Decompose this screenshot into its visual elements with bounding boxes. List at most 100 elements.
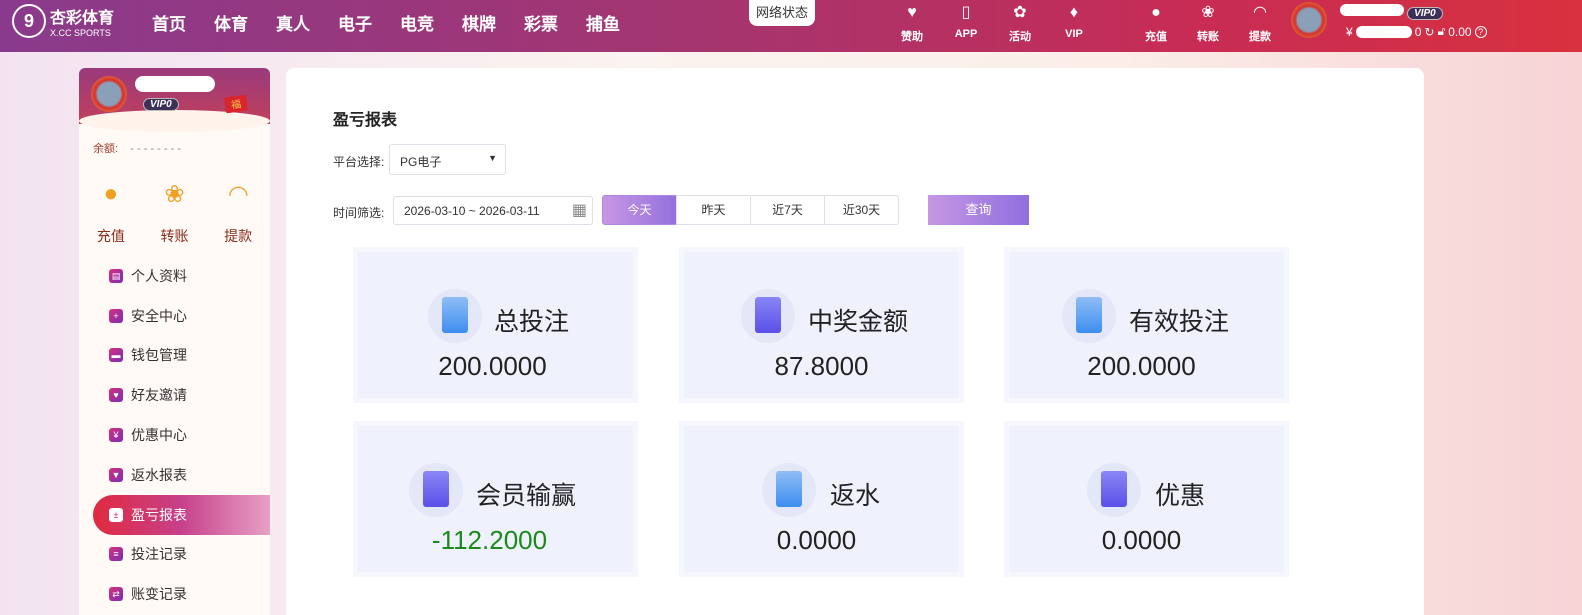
rebate-icon: ▼ <box>109 467 123 482</box>
nav-cards[interactable]: 棋牌 <box>462 10 524 35</box>
sponsor-link[interactable]: ♥ 赞助 <box>892 0 932 44</box>
nav-sports[interactable]: 体育 <box>214 10 276 35</box>
deposit-label: 充值 <box>1145 31 1167 43</box>
sidebar-username-redacted <box>135 76 215 92</box>
user-info: VIP0 <box>1340 4 1443 20</box>
search-button[interactable]: 查询 <box>928 195 1029 225</box>
quick-actions: ● 充值 ❀ 转账 ◠ 提款 <box>79 180 270 246</box>
menu-label: 账变记录 <box>131 586 187 603</box>
deposit-button[interactable]: ● 充值 <box>1136 0 1176 44</box>
app-link[interactable]: ▯ APP <box>946 0 986 40</box>
hand-coin-icon <box>1087 463 1141 517</box>
caret-down-icon: ▼ <box>488 153 497 163</box>
menu-label: 钱包管理 <box>131 347 187 364</box>
bet-slip-icon <box>428 289 482 343</box>
red-envelope-icon[interactable]: 福 <box>223 94 249 114</box>
stat-card-total-bet: 总投注 200.0000 <box>353 247 638 403</box>
sidebar-item-profile[interactable]: ▤ 个人资料 <box>79 256 270 296</box>
range-7days[interactable]: 近7天 <box>750 195 825 225</box>
lock-icon: 🔓︎ <box>1437 24 1446 38</box>
stat-name: 优惠 <box>1155 482 1206 510</box>
user-avatar[interactable] <box>1291 2 1327 38</box>
platform-select[interactable]: PG电子 ▼ <box>389 144 506 175</box>
currency-symbol: ¥ <box>1346 24 1353 39</box>
id-card-icon: ▤ <box>109 268 123 283</box>
shield-icon: + <box>109 308 123 323</box>
withdraw-label: 提款 <box>1249 31 1271 43</box>
exchange-icon: ⇄ <box>109 587 123 602</box>
time-label: 时间筛选: <box>333 206 385 220</box>
sidebar-item-wallet[interactable]: ▬ 钱包管理 <box>79 336 270 376</box>
transfer-label: 转账 <box>1197 31 1219 43</box>
menu-label: 返水报表 <box>131 466 187 483</box>
list-icon: ≡ <box>109 547 123 562</box>
stat-value: 0.0000 <box>776 525 857 555</box>
deposit-label: 充值 <box>96 228 125 244</box>
transfer-label: 转账 <box>160 228 189 244</box>
top-header: 9 杏彩体育 X.CC SPORTS 首页 体育 真人 电子 电竞 棋牌 彩票 捕… <box>0 0 1582 52</box>
sidebar-transfer[interactable]: ❀ 转账 <box>143 180 207 246</box>
locked-balance: 0.00 <box>1448 24 1472 39</box>
activity-label: 活动 <box>1009 31 1031 43</box>
member-icon <box>409 463 463 517</box>
range-yesterday[interactable]: 昨天 <box>676 195 751 225</box>
sidebar-item-transactions[interactable]: ⇄ 账变记录 <box>79 574 270 614</box>
sidebar-vip-badge: VIP0 <box>143 98 179 111</box>
stat-name: 总投注 <box>494 308 570 336</box>
sidebar-item-invite[interactable]: ♥ 好友邀请 <box>79 375 270 415</box>
nav-fishing[interactable]: 捕鱼 <box>586 10 648 35</box>
sidebar-deposit[interactable]: ● 充值 <box>79 180 143 246</box>
document-icon <box>762 463 816 517</box>
nav-slots[interactable]: 电子 <box>338 10 400 35</box>
sponsor-icon: ♥ <box>907 4 917 21</box>
sidebar-item-rebate-report[interactable]: ▼ 返水报表 <box>79 455 270 495</box>
vip-label: VIP <box>1065 28 1083 40</box>
sidebar-item-profit-report[interactable]: ± 盈亏报表 <box>93 494 270 535</box>
stat-value: 200.0000 <box>1087 351 1196 381</box>
fan-icon: ◠ <box>1253 4 1267 21</box>
network-status-button[interactable]: 网络状态 <box>749 0 815 26</box>
koi-icon: ❀ <box>164 181 185 208</box>
date-range-input[interactable]: 2026-03-10 ~ 2026-03-11 ▦ <box>393 196 593 225</box>
sidebar-item-promotions[interactable]: ¥ 优惠中心 <box>79 415 270 455</box>
transfer-button[interactable]: ❀ 转账 <box>1188 0 1228 44</box>
menu-label: 安全中心 <box>131 307 187 324</box>
stat-value: 0.0000 <box>1101 525 1182 555</box>
activity-link[interactable]: ✿ 活动 <box>1000 0 1040 44</box>
platform-value: PG电子 <box>400 155 442 169</box>
sidebar-item-security[interactable]: + 安全中心 <box>79 296 270 336</box>
fan-icon: ◠ <box>227 181 249 208</box>
app-label: APP <box>954 28 978 40</box>
sidebar-menu: ▤ 个人资料 + 安全中心 ▬ 钱包管理 ♥ 好友邀请 ¥ 优惠中心 ▼ 返水报表 ± 盈亏报… <box>79 256 270 614</box>
ticket-icon: ¥ <box>109 428 123 443</box>
nav-live[interactable]: 真人 <box>276 10 338 35</box>
stat-value: -112.2000 <box>431 525 548 555</box>
phone-icon: ▯ <box>961 4 971 21</box>
stat-card-member-profit: 会员输赢 -112.2000 <box>353 421 638 577</box>
quick-range-group: 今天 昨天 近7天 近30天 <box>602 195 899 225</box>
logo-icon: 9 <box>12 4 46 38</box>
balance-suffix: 0 <box>1414 24 1422 39</box>
sidebar-item-bet-records[interactable]: ≡ 投注记录 <box>79 535 270 575</box>
vip-icon: ♦ <box>1069 4 1079 21</box>
money-bag-icon: ● <box>1151 4 1161 21</box>
page-title: 盈亏报表 <box>333 112 398 129</box>
withdraw-label: 提款 <box>224 228 253 244</box>
range-30days[interactable]: 近30天 <box>824 195 899 225</box>
withdraw-button[interactable]: ◠ 提款 <box>1240 0 1280 44</box>
nav-lottery[interactable]: 彩票 <box>524 10 586 35</box>
balance-row: ¥ 0 ↻ 🔓︎ 0.00 ? <box>1346 24 1487 39</box>
stat-name: 中奖金额 <box>808 308 909 336</box>
logo-subtitle: X.CC SPORTS <box>50 28 111 38</box>
refresh-icon[interactable]: ↻ <box>1424 25 1434 39</box>
range-today[interactable]: 今天 <box>602 195 677 225</box>
menu-label: 投注记录 <box>131 546 187 563</box>
sidebar-withdraw[interactable]: ◠ 提款 <box>206 180 270 246</box>
gift-icon: ✿ <box>1013 4 1027 21</box>
nav-esports[interactable]: 电竞 <box>400 10 462 35</box>
logo[interactable]: 9 杏彩体育 X.CC SPORTS <box>12 4 114 38</box>
nav-home[interactable]: 首页 <box>152 10 214 35</box>
envelope-heart-icon: ♥ <box>109 388 123 403</box>
vip-link[interactable]: ♦ VIP <box>1054 0 1094 40</box>
help-icon[interactable]: ? <box>1474 25 1487 38</box>
